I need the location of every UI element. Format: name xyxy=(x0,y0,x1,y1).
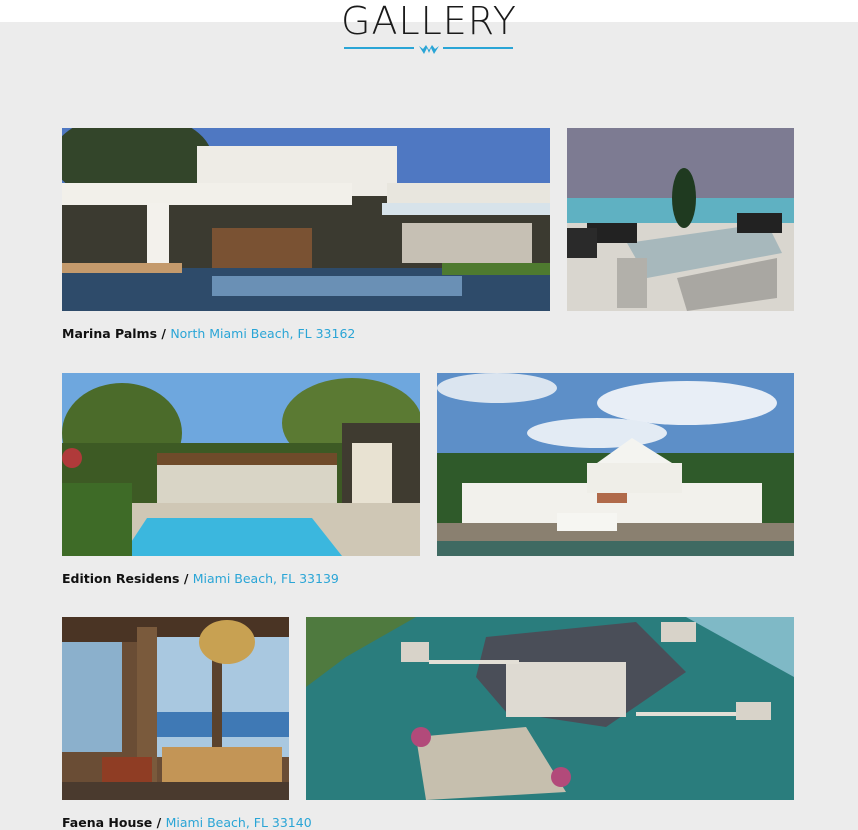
palm-courtyard-pool-photo[interactable] xyxy=(62,373,420,556)
crown-logo-icon xyxy=(419,45,439,54)
caption-separator: / xyxy=(179,571,193,586)
caption-separator: / xyxy=(157,326,171,341)
property-caption: Marina Palms / North Miami Beach, FL 331… xyxy=(62,326,355,341)
property-caption: Edition Residens / Miami Beach, FL 33139 xyxy=(62,571,339,586)
terrace-dining-ocean-photo[interactable] xyxy=(567,128,794,311)
property-location-link[interactable]: North Miami Beach, FL 33162 xyxy=(170,326,355,341)
title-divider-left xyxy=(344,47,414,49)
property-location-link[interactable]: Miami Beach, FL 33139 xyxy=(193,571,339,586)
modern-villa-pool-photo[interactable] xyxy=(62,128,550,311)
property-name[interactable]: Edition Residens xyxy=(62,571,179,586)
property-location-link[interactable]: Miami Beach, FL 33140 xyxy=(166,815,312,830)
property-name[interactable]: Marina Palms xyxy=(62,326,157,341)
property-caption: Faena House / Miami Beach, FL 33140 xyxy=(62,815,312,830)
aerial-island-chateau-photo[interactable] xyxy=(306,617,794,800)
title-divider-right xyxy=(443,47,513,49)
page-title: GALLERY xyxy=(341,0,517,43)
caption-separator: / xyxy=(152,815,166,830)
white-waterfront-mansion-photo[interactable] xyxy=(437,373,794,556)
property-name[interactable]: Faena House xyxy=(62,815,152,830)
chandelier-living-room-photo[interactable] xyxy=(62,617,289,800)
